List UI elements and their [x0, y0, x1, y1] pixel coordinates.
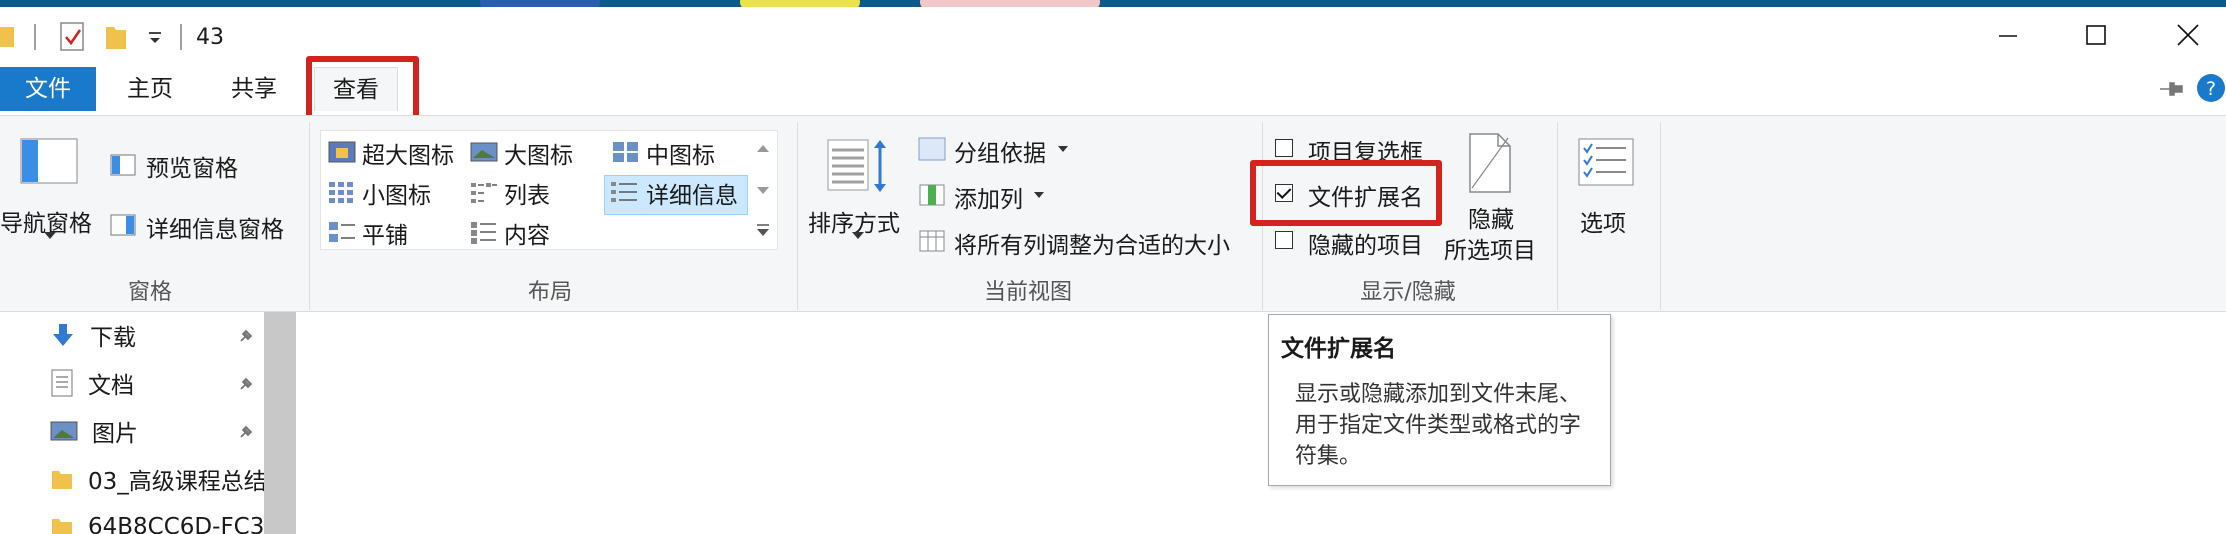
navigation-pane: 下载 文档 图片 03_高级课程总结 64B8CC6D-FC3 — [0, 312, 267, 534]
document-icon — [51, 369, 73, 397]
navigation-pane-icon — [20, 138, 78, 184]
details-pane-icon — [110, 214, 136, 236]
folder-icon — [52, 519, 72, 534]
chevron-down-icon — [44, 232, 56, 239]
medium-icons-icon — [613, 142, 638, 162]
size-columns-icon — [919, 230, 945, 252]
group-separator — [1557, 122, 1558, 310]
tooltip-body: 显示或隐藏添加到文件末尾、用于指定文件类型或格式的字符集。 — [1295, 382, 1582, 469]
nav-item-label: 下载 — [90, 325, 136, 351]
folder-icon — [0, 27, 14, 47]
svg-text:?: ? — [2206, 78, 2216, 100]
ribbon-tab-bar: 文件 主页 共享 查看 ? — [0, 56, 2226, 132]
layout-extra-large-icons[interactable]: 超大图标 — [362, 136, 454, 170]
help-icon[interactable]: ? — [2196, 73, 2226, 103]
new-folder-icon[interactable] — [104, 21, 128, 51]
hide-selected-items-label-1[interactable]: 隐藏 — [1468, 200, 1514, 234]
layout-list[interactable]: 列表 — [504, 176, 550, 210]
layout-content[interactable]: 内容 — [504, 216, 550, 250]
group-label-current-view: 当前视图 — [983, 280, 1072, 305]
nav-item-downloads[interactable]: 下载 — [50, 315, 136, 355]
details-view-icon — [611, 182, 637, 202]
group-by-icon — [918, 137, 946, 161]
hidden-items-checkbox[interactable] — [1275, 231, 1293, 249]
title-bar: 43 — [0, 7, 2226, 63]
extra-large-icons-icon — [328, 141, 356, 163]
window-title: 43 — [196, 25, 224, 50]
layout-small-icons[interactable]: 小图标 — [362, 176, 431, 210]
close-button[interactable] — [2142, 7, 2226, 63]
hide-selected-items-icon — [1469, 133, 1511, 193]
options-button[interactable]: 选项 — [1580, 204, 1626, 238]
nav-item-pictures[interactable]: 图片 — [50, 411, 138, 451]
maximize-icon — [2086, 25, 2106, 45]
details-pane-button[interactable]: 详细信息窗格 — [146, 210, 284, 244]
nav-item-label: 文档 — [88, 373, 134, 399]
group-by-button[interactable]: 分组依据 — [954, 134, 1046, 168]
group-separator — [797, 122, 798, 310]
nav-item-folder-2[interactable]: 64B8CC6D-FC3 — [50, 507, 264, 534]
large-icons-icon — [470, 142, 498, 162]
nav-item-documents[interactable]: 文档 — [50, 363, 134, 403]
group-label-layout: 布局 — [527, 280, 572, 305]
add-columns-button[interactable]: 添加列 — [954, 180, 1023, 214]
pin-icon[interactable] — [238, 328, 254, 344]
tab-home[interactable]: 主页 — [108, 67, 192, 111]
close-icon — [2177, 24, 2199, 46]
highlight-box — [1250, 160, 1442, 226]
pin-icon[interactable] — [238, 376, 254, 392]
list-view-icon — [471, 183, 497, 203]
ribbon-view: 导航窗格 预览窗格 详细信息窗格 窗格 超大图标 大图标 中图标 小图标 列表 … — [0, 115, 2226, 312]
layout-tiles[interactable]: 平铺 — [362, 216, 408, 250]
minimize-button[interactable] — [1962, 7, 2054, 63]
layout-details[interactable]: 详细信息 — [646, 176, 738, 210]
tiles-view-icon — [329, 222, 355, 242]
hidden-items-label[interactable]: 隐藏的项目 — [1308, 226, 1423, 260]
maximize-button[interactable] — [2050, 7, 2142, 63]
size-all-columns-button[interactable]: 将所有列调整为合适的大小 — [954, 226, 1230, 260]
content-view-icon — [471, 222, 496, 244]
group-separator — [1660, 122, 1661, 310]
group-label-panes: 窗格 — [127, 280, 172, 305]
tooltip: 文件扩展名 显示或隐藏添加到文件末尾、用于指定文件类型或格式的字符集。 — [1268, 314, 1611, 486]
tab-file[interactable]: 文件 — [0, 67, 96, 111]
small-icons-icon — [329, 182, 353, 203]
nav-item-label: 03_高级课程总结 — [88, 469, 267, 495]
preview-pane-icon — [110, 154, 136, 176]
divider — [180, 24, 182, 50]
item-checkboxes-checkbox[interactable] — [1275, 139, 1293, 157]
scroll-up-icon[interactable] — [756, 142, 770, 154]
folder-icon — [52, 471, 72, 489]
sort-by-icon — [827, 139, 886, 192]
preview-pane-button[interactable]: 预览窗格 — [146, 149, 238, 183]
nav-item-label: 图片 — [92, 421, 138, 447]
chevron-down-icon — [852, 232, 864, 239]
group-label-show-hide: 显示/隐藏 — [1360, 280, 1456, 305]
scroll-down-icon[interactable] — [756, 184, 770, 196]
chevron-down-icon — [1058, 146, 1068, 152]
add-columns-icon — [919, 184, 945, 206]
nav-item-folder-1[interactable]: 03_高级课程总结 — [50, 459, 267, 499]
properties-checkmark-icon[interactable] — [58, 21, 88, 53]
options-icon — [1578, 138, 1634, 186]
tooltip-title: 文件扩展名 — [1281, 336, 1396, 362]
pin-ribbon-icon[interactable] — [2156, 77, 2186, 101]
divider — [34, 24, 36, 50]
layout-large-icons[interactable]: 大图标 — [504, 136, 573, 170]
nav-item-label: 64B8CC6D-FC3 — [88, 514, 265, 534]
desktop-wallpaper-strip — [0, 0, 2226, 7]
download-arrow-icon — [53, 324, 73, 346]
expand-gallery-icon[interactable] — [756, 222, 770, 238]
chevron-down-icon — [1034, 192, 1044, 198]
pin-icon[interactable] — [238, 424, 254, 440]
picture-icon — [50, 421, 78, 441]
tab-share[interactable]: 共享 — [212, 67, 296, 111]
navigation-pane-scrollbar[interactable] — [264, 312, 296, 534]
hide-selected-items-label-2[interactable]: 所选项目 — [1444, 231, 1536, 265]
minimize-icon — [1999, 35, 2017, 37]
group-separator — [309, 122, 310, 310]
chevron-down-icon[interactable] — [146, 29, 164, 47]
layout-medium-icons[interactable]: 中图标 — [646, 136, 715, 170]
